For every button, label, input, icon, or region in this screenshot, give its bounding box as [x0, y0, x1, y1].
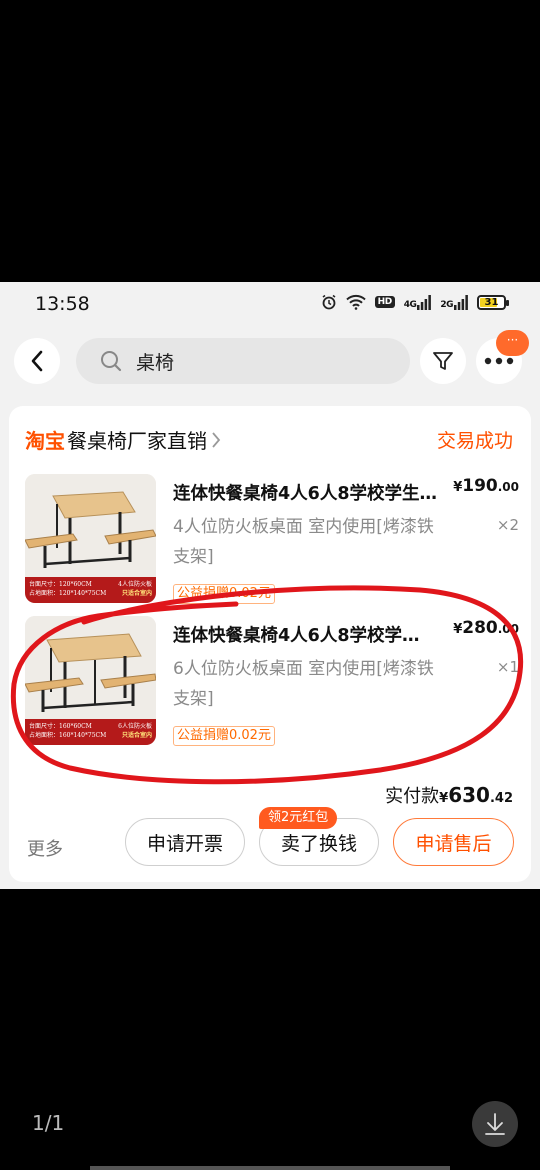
- hd-badge: HD: [374, 296, 395, 308]
- thumb-badge: 4人位防火板: [118, 581, 152, 588]
- product-quantity: ×1: [496, 658, 519, 676]
- platform-logo: 淘宝: [25, 429, 65, 453]
- message-badge[interactable]: ···: [496, 330, 529, 356]
- signal-bars-icon: [454, 294, 468, 310]
- filter-icon: [433, 352, 453, 370]
- thumb-note: 只适合室内: [121, 732, 152, 739]
- signal-bars-icon: [417, 294, 432, 310]
- product-quantity: ×2: [496, 516, 519, 534]
- product-spec: 4人位防火板桌面 室内使用[烤漆铁支架]: [173, 517, 434, 567]
- table-bench-image: [25, 474, 156, 578]
- product-title: 连体快餐桌椅4人6人8学校学生食堂桌椅: [173, 484, 449, 504]
- total-currency: ¥: [439, 791, 449, 806]
- price-currency: ¥: [453, 622, 463, 637]
- chevron-right-icon: [212, 431, 221, 448]
- price-integer: 190: [462, 476, 498, 496]
- download-button[interactable]: [472, 1101, 518, 1147]
- back-button[interactable]: [14, 338, 60, 384]
- signal-label-1: 4G: [403, 299, 417, 310]
- top-navigation: 桌椅: [0, 337, 540, 387]
- status-bar: 13:58 HD 4G 2G 31: [0, 282, 540, 328]
- product-spec: 6人位防火板桌面 室内使用[烤漆铁支架]: [173, 659, 434, 709]
- page-counter: 1/1: [32, 1111, 65, 1135]
- product-title: 连体快餐桌椅4人6人8学校学生食堂桌椅: [173, 626, 423, 646]
- order-item[interactable]: 台面尺寸：160*60CM 6人位防火板 占地面积：160*140*75CM 只适合…: [25, 614, 525, 746]
- download-icon: [485, 1113, 505, 1135]
- wifi-icon: [345, 294, 366, 310]
- signal-label-2: 2G: [440, 299, 453, 310]
- total-decimal: .42: [489, 791, 513, 806]
- product-price: ¥190.00: [453, 476, 519, 496]
- total-label: 实付款: [385, 786, 440, 807]
- thumbnail-caption: 台面尺寸：120*60CM 4人位防火板 占地面积：120*140*75CM 只适合…: [25, 577, 156, 603]
- status-time: 13:58: [35, 293, 90, 315]
- price-currency: ¥: [453, 480, 463, 495]
- image-viewer-top-margin: [0, 0, 540, 282]
- more-actions-link[interactable]: 更多: [27, 835, 63, 861]
- battery-level: 31: [484, 296, 499, 308]
- charity-tag: 公益捐赠0.02元: [173, 726, 275, 746]
- battery-icon: 31: [477, 294, 509, 310]
- request-invoice-button[interactable]: 申请开票: [125, 818, 245, 866]
- chevron-left-icon: [31, 350, 43, 372]
- screenshot-content: 13:58 HD 4G 2G 31 桌椅 ··· 淘宝 餐桌椅厂家直销 交易成功…: [0, 282, 540, 889]
- image-viewer-bottom-bar: 1/1: [0, 889, 540, 1170]
- total-integer: 630: [448, 783, 490, 807]
- after-sales-button[interactable]: 申请售后: [393, 818, 514, 866]
- alarm-icon: [322, 294, 336, 310]
- search-query: 桌椅: [136, 351, 175, 374]
- search-bar[interactable]: 桌椅: [76, 338, 410, 384]
- red-packet-badge: 领2元红包: [259, 807, 338, 829]
- thumb-size: 台面尺寸：160*60CM: [29, 723, 92, 730]
- thumbnail-caption: 台面尺寸：160*60CM 6人位防火板 占地面积：160*140*75CM 只适合…: [25, 719, 156, 745]
- thumb-note: 只适合室内: [121, 590, 152, 597]
- thumb-area: 占地面积：160*140*75CM: [29, 732, 107, 739]
- signal-icon-2: 2G: [440, 294, 468, 310]
- thumb-size: 台面尺寸：120*60CM: [29, 581, 92, 588]
- filter-button[interactable]: [420, 338, 466, 384]
- product-price: ¥280.00: [453, 618, 519, 638]
- order-item[interactable]: 台面尺寸：120*60CM 4人位防火板 占地面积：120*140*75CM 只适合…: [25, 472, 525, 604]
- shop-name: 餐桌椅厂家直销: [67, 429, 207, 453]
- order-card: 淘宝 餐桌椅厂家直销 交易成功 台面尺寸：120*60CM 4人位防火板 占地面…: [9, 406, 531, 882]
- price-decimal: .00: [497, 622, 519, 636]
- charity-tag: 公益捐赠0.02元: [173, 584, 275, 604]
- thumb-badge: 6人位防火板: [118, 723, 152, 730]
- product-thumbnail[interactable]: 台面尺寸：120*60CM 4人位防火板 占地面积：120*140*75CM 只适合…: [25, 474, 156, 603]
- home-indicator: [90, 1166, 450, 1170]
- thumb-area: 占地面积：120*140*75CM: [29, 590, 107, 597]
- more-dots-icon: [484, 357, 514, 365]
- search-icon: [101, 351, 122, 372]
- table-bench-image: [25, 616, 156, 720]
- price-decimal: .00: [497, 480, 519, 494]
- product-thumbnail[interactable]: 台面尺寸：160*60CM 6人位防火板 占地面积：160*140*75CM 只适合…: [25, 616, 156, 745]
- price-integer: 280: [462, 618, 498, 638]
- status-icons: HD 4G 2G 31: [321, 294, 509, 310]
- order-status: 交易成功: [436, 430, 513, 452]
- shop-header[interactable]: 淘宝 餐桌椅厂家直销: [25, 425, 221, 454]
- order-total: 实付款¥630.42: [385, 782, 513, 808]
- signal-icon-1: 4G: [403, 294, 432, 310]
